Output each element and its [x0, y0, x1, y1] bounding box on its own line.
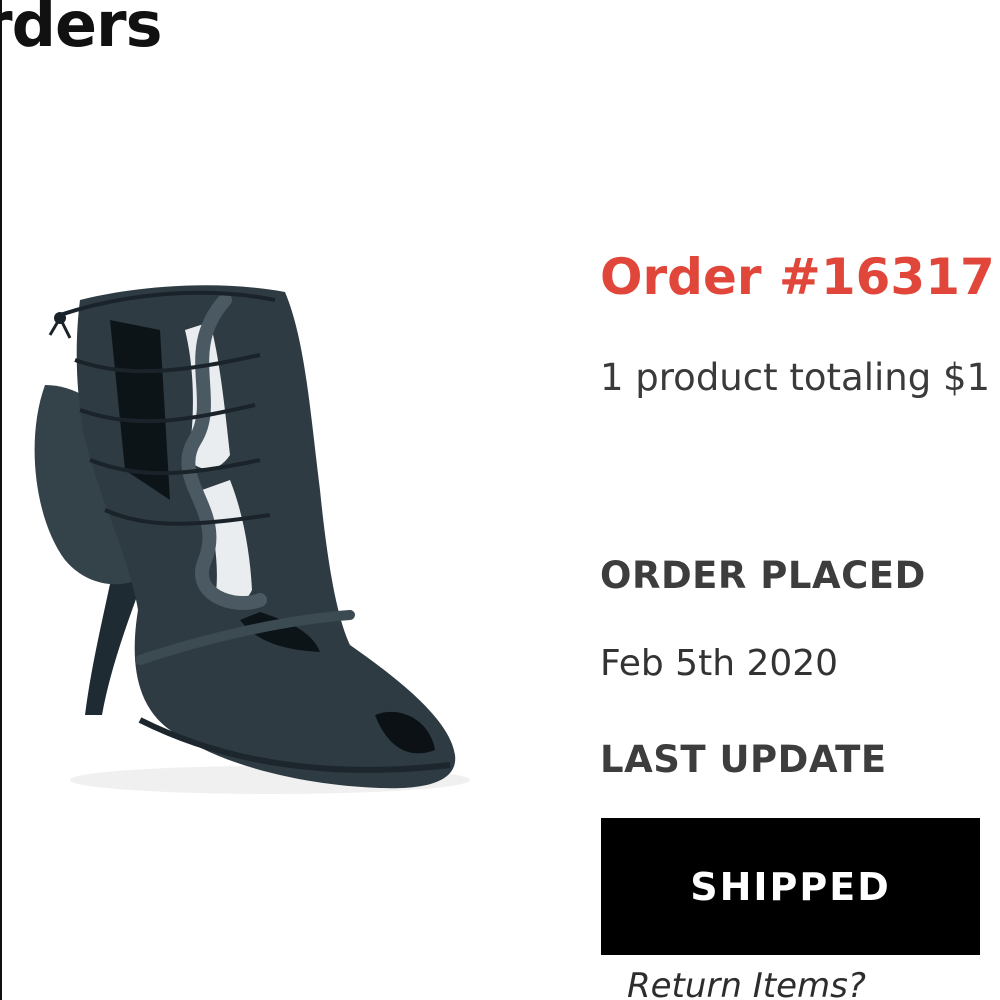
- shipped-status-button[interactable]: SHIPPED: [601, 818, 980, 955]
- page-title: rders: [0, 0, 162, 61]
- order-placed-label: ORDER PLACED: [600, 554, 926, 597]
- order-placed-date: Feb 5th 2020: [600, 643, 839, 684]
- order-number: Order #16317: [600, 248, 995, 306]
- product-image: [34, 285, 470, 794]
- order-summary: 1 product totaling $1: [600, 356, 991, 399]
- return-items-link[interactable]: Return Items?: [627, 966, 866, 1000]
- left-border: [0, 0, 2, 1000]
- last-update-label: LAST UPDATE: [600, 738, 887, 781]
